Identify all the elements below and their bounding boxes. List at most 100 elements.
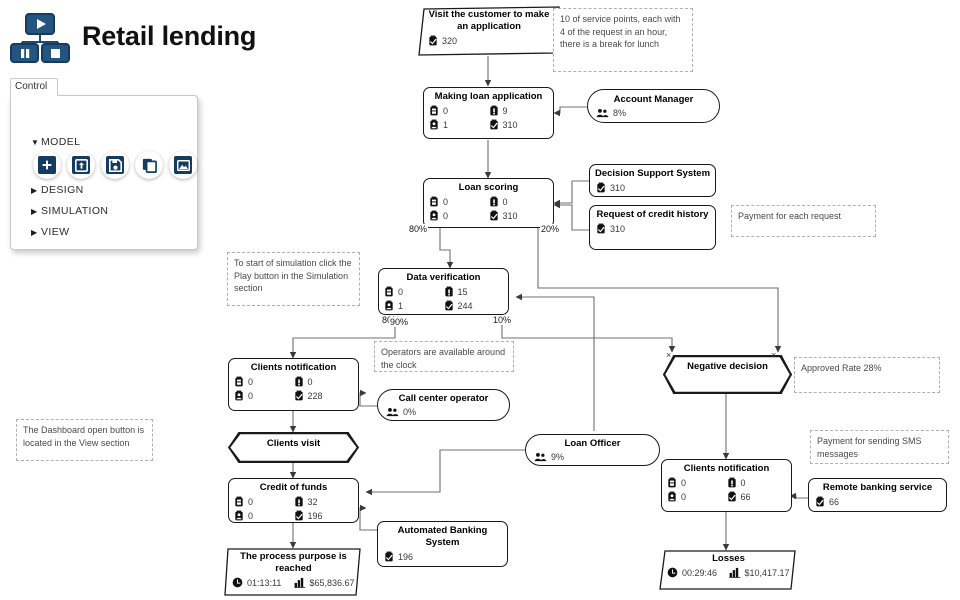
checkbox-icon [444, 300, 454, 311]
node-clients-notification-right[interactable]: Clients notification 0 0 0 66 [661, 459, 792, 512]
person-icon [234, 510, 244, 521]
stat-value: 01:13:11 [247, 577, 282, 588]
save-model-button[interactable] [101, 151, 129, 179]
node-call-center-operator[interactable]: Call center operator 0% [377, 389, 510, 421]
new-model-button[interactable] [33, 151, 61, 179]
stat-value: 196 [398, 551, 414, 562]
stat-completed: 320 [428, 35, 550, 46]
note-approved-rate: Approved Rate 28% [794, 357, 940, 393]
copy-model-button[interactable] [135, 151, 163, 179]
stat-value: 0 [443, 196, 449, 207]
stat-value: 0 [443, 105, 449, 116]
tab-control[interactable]: Control [10, 78, 58, 96]
person-icon [429, 210, 439, 221]
node-title: Visit the customer to make an applicatio… [428, 9, 550, 32]
stat-value: $65,836.67 [309, 577, 355, 588]
stat-resources: 1 [384, 300, 444, 311]
stat-value: 0 [248, 510, 254, 521]
stat-value: 32 [307, 496, 318, 507]
model-toolbar [33, 151, 197, 179]
edge-label-90-percent: 90% [389, 317, 410, 327]
node-loan-scoring[interactable]: Loan scoring 0 0 0 310 [423, 178, 554, 228]
checkbox-icon [596, 182, 606, 193]
node-remote-banking-service[interactable]: Remote banking service 66 [808, 478, 947, 512]
in-progress-icon [294, 496, 304, 507]
node-clients-notification-left[interactable]: Clients notification 0 0 0 228 [228, 358, 359, 411]
export-image-button[interactable] [169, 151, 197, 179]
stat-value: 310 [502, 119, 518, 130]
note-dashboard-open: The Dashboard open button is located in … [16, 419, 153, 461]
inbox-icon [667, 477, 677, 488]
checkbox-icon [489, 210, 499, 221]
node-account-manager[interactable]: Account Manager 8% [587, 89, 720, 123]
stat-queue: 0 [234, 496, 294, 507]
app-header: Retail lending [8, 8, 256, 64]
node-title: Remote banking service [822, 482, 933, 493]
node-request-of-credit-history[interactable]: Request of credit history 310 [589, 205, 716, 250]
control-group-model-label: MODEL [41, 136, 81, 148]
stat-value: 0 [681, 477, 687, 488]
stat-in-progress: 9 [489, 105, 549, 116]
stat-value: 320 [442, 35, 458, 46]
stat-utilization: 0% [386, 407, 504, 417]
node-data-verification[interactable]: Data verification 0 15 1 244 [378, 268, 509, 315]
stat-in-progress: 0 [294, 376, 354, 387]
node-making-loan-application[interactable]: Making loan application 0 9 1 310 [423, 87, 554, 139]
stat-value: $10,417.17 [744, 567, 790, 578]
stat-value: 0 [248, 496, 254, 507]
node-clients-visit[interactable]: Clients visit [228, 432, 359, 463]
node-title: Call center operator [398, 393, 489, 404]
control-group-model[interactable]: ▼ MODEL [31, 136, 80, 148]
node-negative-decision[interactable]: Negative decision [663, 355, 792, 394]
node-decision-support-system[interactable]: Decision Support System 310 [589, 164, 716, 197]
stat-value: 15 [457, 286, 468, 297]
control-panel: Control ▼ MODEL ▶ DESIGN ▶ SIMULATION ▶ … [10, 78, 198, 250]
process-model-logo-icon [8, 8, 72, 64]
node-loan-officer[interactable]: Loan Officer 9% [525, 434, 660, 466]
note-service-points: 10 of service points, each with 4 of the… [553, 8, 693, 72]
stat-value: 9% [551, 452, 565, 462]
node-visit-customer[interactable]: Visit the customer to make an applicatio… [418, 6, 560, 56]
person-icon [429, 119, 439, 130]
control-group-simulation[interactable]: ▶ SIMULATION [31, 205, 108, 217]
stat-value: 0 [398, 286, 404, 297]
stat-value: 66 [829, 496, 840, 507]
stat-cost: $65,836.67 [294, 577, 356, 588]
stat-queue: 0 [384, 286, 444, 297]
stat-value: 310 [610, 182, 626, 193]
node-title: Clients notification [683, 463, 770, 474]
node-process-purpose-reached[interactable]: The process purpose is reached 01:13:11 … [224, 548, 363, 596]
edge-label-split-80: 80% [408, 224, 429, 234]
stat-completed: 196 [384, 551, 502, 562]
stat-completed: 310 [596, 182, 710, 193]
stat-completed: 228 [294, 390, 354, 401]
checkbox-icon [294, 390, 304, 401]
stat-resources: 0 [234, 510, 294, 521]
node-credit-of-funds[interactable]: Credit of funds 0 32 0 196 [228, 478, 359, 523]
edge-label-split-20: 20% [540, 224, 561, 234]
control-group-view[interactable]: ▶ VIEW [31, 226, 69, 238]
inbox-icon [234, 376, 244, 387]
stat-completed: 244 [444, 300, 504, 311]
copy-icon [140, 156, 158, 174]
node-title: Making loan application [434, 91, 543, 102]
stat-completed: 310 [489, 210, 549, 221]
people-icon [534, 452, 547, 462]
stat-utilization: 9% [534, 452, 654, 462]
checkbox-icon [428, 35, 438, 46]
bar-chart-icon [729, 567, 741, 578]
stat-value: 0% [403, 407, 417, 417]
stat-in-progress: 0 [727, 477, 787, 488]
open-model-button[interactable] [67, 151, 95, 179]
stat-value: 8% [613, 108, 627, 118]
node-title: Request of credit history [596, 209, 709, 220]
in-progress-icon [489, 196, 499, 207]
stat-value: 310 [502, 210, 518, 221]
note-payment-sms: Payment for sending SMS messages [810, 430, 949, 464]
control-group-design[interactable]: ▶ DESIGN [31, 184, 84, 196]
x-marker-left: × [666, 350, 672, 360]
node-losses[interactable]: Losses 00:29:46 $10,417.17 [659, 550, 798, 590]
stat-completed: 196 [294, 510, 354, 521]
inbox-icon [429, 196, 439, 207]
node-automated-banking-system[interactable]: Automated Banking System 196 [377, 521, 508, 567]
